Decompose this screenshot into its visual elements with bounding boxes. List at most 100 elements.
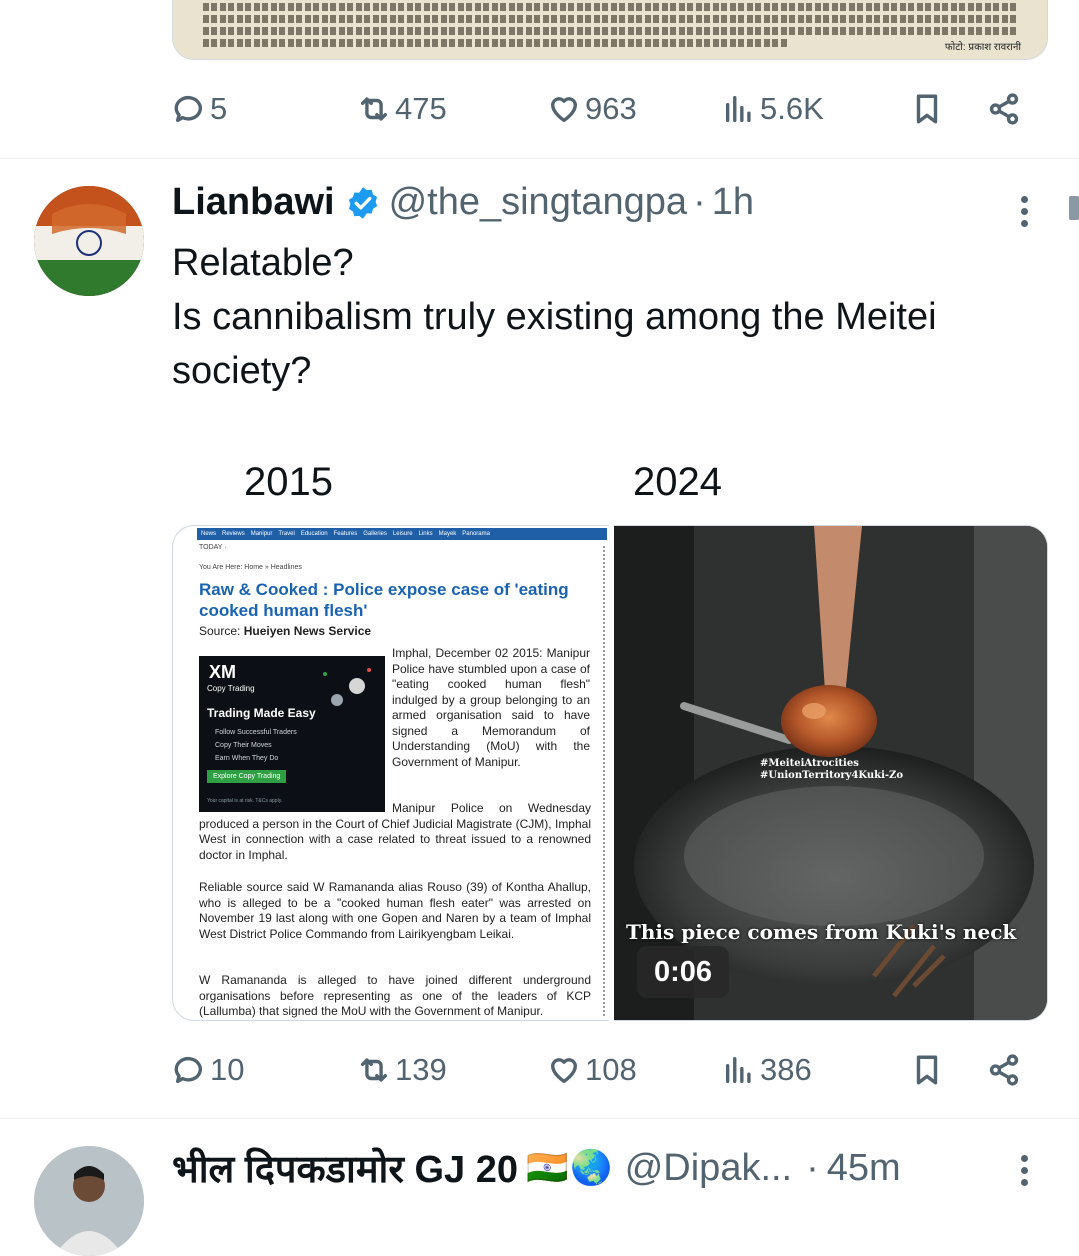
year-label-right: 2024 xyxy=(633,460,722,504)
tweet-divider xyxy=(0,1118,1079,1119)
ad-bullets: Follow Successful Traders Copy Their Mov… xyxy=(215,726,297,765)
bookmark-icon xyxy=(916,1055,938,1085)
retweet-count: 475 xyxy=(395,91,447,126)
views-count: 386 xyxy=(760,1052,812,1087)
more-options-icon[interactable] xyxy=(1021,1150,1028,1191)
nav-item: Panorama xyxy=(462,531,490,537)
next-tweet-header: भील दिपकडामोर GJ 20 🇮🇳 🌏 @Dipak... · 45m xyxy=(172,1142,901,1194)
retweet-button[interactable]: 139 xyxy=(357,1052,447,1088)
scrollbar-thumb[interactable] xyxy=(1069,196,1079,220)
ad-cta-button[interactable]: Explore Copy Trading xyxy=(207,770,287,783)
views-count: 5.6K xyxy=(760,91,824,126)
video-hashtag: #UnionTerritory4Kuki-Zo xyxy=(760,770,904,781)
globe-icon: 🌏 xyxy=(570,1149,613,1187)
tweet-text: Relatable? Is cannibalism truly existing… xyxy=(172,236,1042,398)
video-player[interactable]: #MeiteiAtrocities #UnionTerritory4Kuki-Z… xyxy=(614,525,1048,1021)
nav-item: Leisure xyxy=(392,531,413,537)
nav-item: Manipur xyxy=(250,531,273,537)
nav-item: News xyxy=(201,531,217,537)
reply-count: 5 xyxy=(210,91,228,126)
ad-banner[interactable]: XM Copy Trading Trading Made Easy Follow… xyxy=(199,656,385,812)
news-source: Hueiyen News Service xyxy=(243,624,372,638)
share-icon xyxy=(989,1054,1019,1086)
tweet-actions: 10 139 108 386 xyxy=(172,1045,1032,1095)
like-button[interactable]: 963 xyxy=(547,91,637,127)
video-hashtag: #MeiteiAtrocities xyxy=(760,758,859,769)
nav-item: Reviews xyxy=(222,531,245,537)
author-avatar[interactable] xyxy=(34,186,144,296)
bookmark-button[interactable] xyxy=(910,92,944,126)
tweet-text-line: Is cannibalism truly existing among the … xyxy=(172,296,937,338)
ad-sub: Copy Trading xyxy=(207,684,255,693)
next-author-name[interactable]: भील दिपकडामोर GJ 20 xyxy=(172,1142,518,1194)
retweet-icon xyxy=(360,1058,388,1082)
nav-item: Mayek xyxy=(438,531,457,537)
like-button[interactable]: 108 xyxy=(547,1052,637,1088)
tweet-text-line: society? xyxy=(172,350,312,392)
news-source-label: Source: xyxy=(199,624,241,638)
author-name[interactable]: Lianbawi xyxy=(172,181,335,224)
views-button[interactable]: 5.6K xyxy=(722,91,824,127)
heart-icon xyxy=(550,1058,578,1084)
avatar-image xyxy=(34,186,144,296)
next-tweet-time[interactable]: 45m xyxy=(827,1147,901,1190)
news-source-line: Source: Hueiyen News Service xyxy=(199,624,371,638)
like-count: 108 xyxy=(585,1052,637,1087)
news-column-rule xyxy=(603,546,606,1016)
bookmark-icon xyxy=(916,94,938,124)
ad-bullet: Earn When They Do xyxy=(215,755,279,762)
reply-count: 10 xyxy=(210,1052,245,1087)
ad-graphic xyxy=(323,668,371,706)
share-icon xyxy=(989,93,1019,125)
verified-badge-icon xyxy=(348,186,377,219)
nav-item: Galleries xyxy=(363,531,387,537)
next-avatar-image xyxy=(34,1146,144,1256)
india-flag-icon: 🇮🇳 xyxy=(526,1149,569,1187)
news-paragraph-1: Imphal, December 02 2015: Manipur Police… xyxy=(392,646,590,769)
retweet-count: 139 xyxy=(395,1052,447,1087)
ad-title: Trading Made Easy xyxy=(207,706,316,720)
more-options-icon[interactable] xyxy=(1021,191,1028,232)
nav-item: Features xyxy=(333,531,358,537)
nav-item: Travel xyxy=(278,531,295,537)
nav-item: Links xyxy=(418,531,433,537)
share-button[interactable] xyxy=(987,1053,1021,1087)
video-duration-badge: 0:06 xyxy=(637,946,729,998)
separator-dot: · xyxy=(806,1146,819,1189)
tweet-text-line: Relatable? xyxy=(172,242,354,284)
reply-icon xyxy=(174,1056,203,1084)
retweet-icon xyxy=(360,97,388,121)
views-icon xyxy=(725,1056,751,1084)
next-author-handle[interactable]: @Dipak... xyxy=(625,1147,792,1190)
ad-bullet: Follow Successful Traders xyxy=(215,729,297,736)
news-today: TODAY · xyxy=(199,544,227,551)
bookmark-button[interactable] xyxy=(910,1053,944,1087)
video-hashtags: #MeiteiAtrocities #UnionTerritory4Kuki-Z… xyxy=(760,758,903,782)
tweet-divider xyxy=(0,158,1079,159)
like-count: 963 xyxy=(585,91,637,126)
views-icon xyxy=(725,95,751,123)
heart-icon xyxy=(550,97,578,123)
news-breadcrumb: You Are Here: Home » Headlines xyxy=(199,564,302,571)
news-site-nav: News Reviews Manipur Travel Education Fe… xyxy=(197,528,607,540)
tweet-header: Lianbawi @the_singtangpa · 1h xyxy=(172,181,754,224)
share-button[interactable] xyxy=(987,92,1021,126)
top-tweet-actions: 5 475 963 5.6K xyxy=(172,84,1032,134)
views-button[interactable]: 386 xyxy=(722,1052,812,1088)
ad-brand: XM xyxy=(209,662,236,682)
reply-button[interactable]: 10 xyxy=(172,1052,244,1088)
news-headline: Raw & Cooked : Police expose case of 'ea… xyxy=(199,580,569,620)
ad-bullet: Copy Their Moves xyxy=(215,742,272,749)
news-paragraph-2: Manipur Police on Wednesday produced a p… xyxy=(199,801,591,862)
author-handle[interactable]: @the_singtangpa xyxy=(389,181,687,224)
nav-item: Education xyxy=(300,531,328,537)
newspaper-clipping-image[interactable]: फोटो: प्रकाश रावरानी xyxy=(172,0,1048,60)
year-label-left: 2015 xyxy=(244,460,333,504)
next-author-avatar[interactable] xyxy=(34,1146,144,1256)
video-caption: This piece comes from Kuki's neck xyxy=(626,920,1017,944)
reply-button[interactable]: 5 xyxy=(172,91,227,127)
retweet-button[interactable]: 475 xyxy=(357,91,447,127)
news-screenshot-image[interactable]: News Reviews Manipur Travel Education Fe… xyxy=(172,525,609,1021)
tweet-time[interactable]: 1h xyxy=(712,181,754,224)
clipping-caption: फोटो: प्रकाश रावरानी xyxy=(944,42,1021,53)
